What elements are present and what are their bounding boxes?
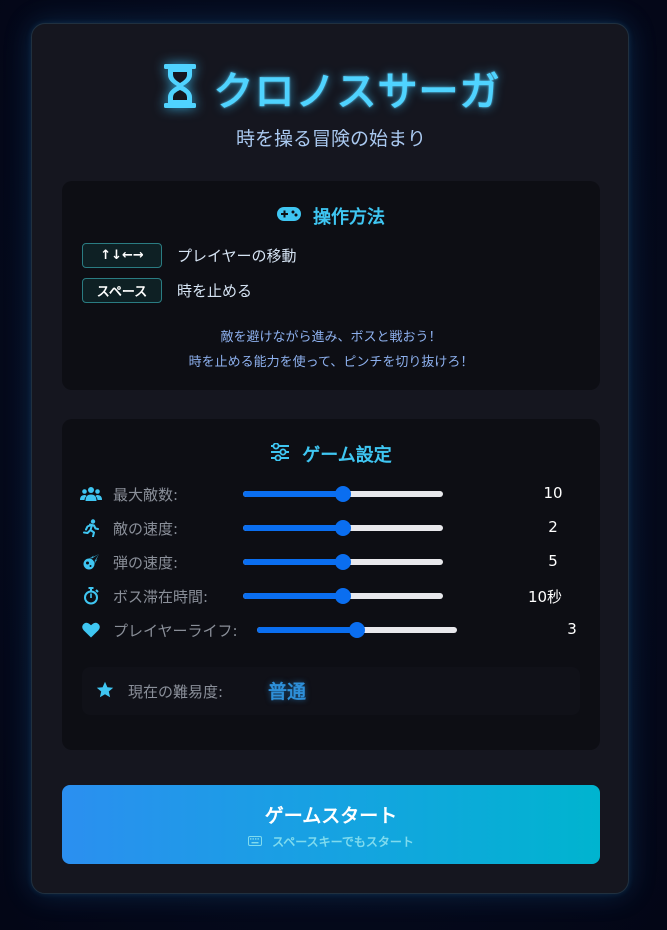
setting-label: 最大敵数: bbox=[113, 486, 179, 504]
controls-heading-text: 操作方法 bbox=[313, 207, 385, 228]
sliders-icon bbox=[270, 442, 290, 465]
slider-thumb[interactable] bbox=[335, 588, 351, 604]
control-row-stop-time: スペース 時を止める bbox=[82, 278, 252, 303]
page-title: クロノスサーガ bbox=[213, 69, 501, 115]
setting-value: 10 bbox=[543, 484, 563, 502]
slider-thumb[interactable] bbox=[335, 520, 351, 536]
star-icon bbox=[96, 681, 114, 703]
setting-value: 2 bbox=[548, 518, 558, 536]
setting-boss-duration: ボス滞在時間: 10秒 bbox=[80, 581, 590, 611]
hourglass-icon bbox=[162, 63, 198, 113]
meteor-icon bbox=[80, 552, 102, 572]
slider-fill bbox=[243, 525, 343, 531]
setting-player-life: プレイヤーライフ: 3 bbox=[80, 615, 590, 645]
setting-label: 弾の速度: bbox=[113, 554, 179, 572]
max-enemies-slider[interactable] bbox=[243, 486, 443, 502]
settings-heading: ゲーム設定 bbox=[62, 439, 600, 469]
setting-max-enemies: 最大敵数: 10 bbox=[80, 479, 590, 509]
settings-card: ゲーム設定 最大敵数: 10 敵の速度: 2 弾の速度: 5 ボス滞在時間: 1… bbox=[62, 419, 600, 750]
hint-line: 時を止める能力を使って、ピンチを切り抜けろ！ bbox=[188, 355, 474, 370]
slider-thumb[interactable] bbox=[335, 486, 351, 502]
subtitle: 時を操る冒険の始まり bbox=[235, 128, 426, 150]
setting-label: 敵の速度: bbox=[113, 520, 179, 538]
running-icon bbox=[80, 518, 102, 538]
start-hint-text: スペースキーでもスタート bbox=[272, 835, 414, 849]
slider-fill bbox=[257, 627, 357, 633]
start-button-label: ゲームスタート bbox=[264, 806, 398, 827]
stopwatch-icon bbox=[80, 586, 102, 606]
control-desc: 時を止める bbox=[177, 282, 253, 300]
keyboard-icon bbox=[248, 835, 263, 849]
hint-line: 敵を避けながら進み、ボスと戦おう！ bbox=[220, 330, 442, 345]
setting-enemy-speed: 敵の速度: 2 bbox=[80, 513, 590, 543]
enemy-speed-slider[interactable] bbox=[243, 520, 443, 536]
difficulty-label: 現在の難易度: bbox=[128, 683, 224, 701]
setting-value: 3 bbox=[567, 620, 577, 638]
setting-label: ボス滞在時間: bbox=[113, 588, 209, 606]
game-menu-panel: クロノスサーガ 時を操る冒険の始まり 操作方法 ↑↓←→ プレイヤーの移動 スペ… bbox=[31, 23, 629, 894]
boss-duration-slider[interactable] bbox=[243, 588, 443, 604]
controls-card: 操作方法 ↑↓←→ プレイヤーの移動 スペース 時を止める 敵を避けながら進み、… bbox=[62, 181, 600, 390]
difficulty-level: 普通 bbox=[268, 681, 307, 703]
difficulty-display: 現在の難易度: 普通 bbox=[82, 667, 580, 715]
slider-fill bbox=[243, 593, 343, 599]
setting-value: 5 bbox=[548, 552, 558, 570]
space-key-badge: スペース bbox=[82, 278, 162, 303]
start-button-hint: スペースキーでもスタート bbox=[62, 833, 600, 850]
control-row-move: ↑↓←→ プレイヤーの移動 bbox=[82, 243, 297, 268]
controls-heading: 操作方法 bbox=[62, 201, 600, 231]
slider-thumb[interactable] bbox=[349, 622, 365, 638]
setting-label: プレイヤーライフ: bbox=[113, 622, 238, 640]
setting-value: 10秒 bbox=[527, 588, 563, 606]
slider-thumb[interactable] bbox=[335, 554, 351, 570]
setting-bullet-speed: 弾の速度: 5 bbox=[80, 547, 590, 577]
heart-icon bbox=[80, 620, 102, 640]
slider-fill bbox=[243, 559, 343, 565]
control-desc: プレイヤーの移動 bbox=[177, 247, 297, 265]
game-start-button[interactable]: ゲームスタート スペースキーでもスタート bbox=[62, 785, 600, 864]
player-life-slider[interactable] bbox=[257, 622, 457, 638]
arrow-keys-badge: ↑↓←→ bbox=[82, 243, 162, 268]
slider-fill bbox=[243, 491, 343, 497]
settings-heading-text: ゲーム設定 bbox=[302, 445, 392, 466]
gamepad-icon bbox=[277, 206, 301, 226]
title-row: クロノスサーガ bbox=[32, 60, 630, 116]
bullet-speed-slider[interactable] bbox=[243, 554, 443, 570]
users-icon bbox=[80, 484, 102, 504]
